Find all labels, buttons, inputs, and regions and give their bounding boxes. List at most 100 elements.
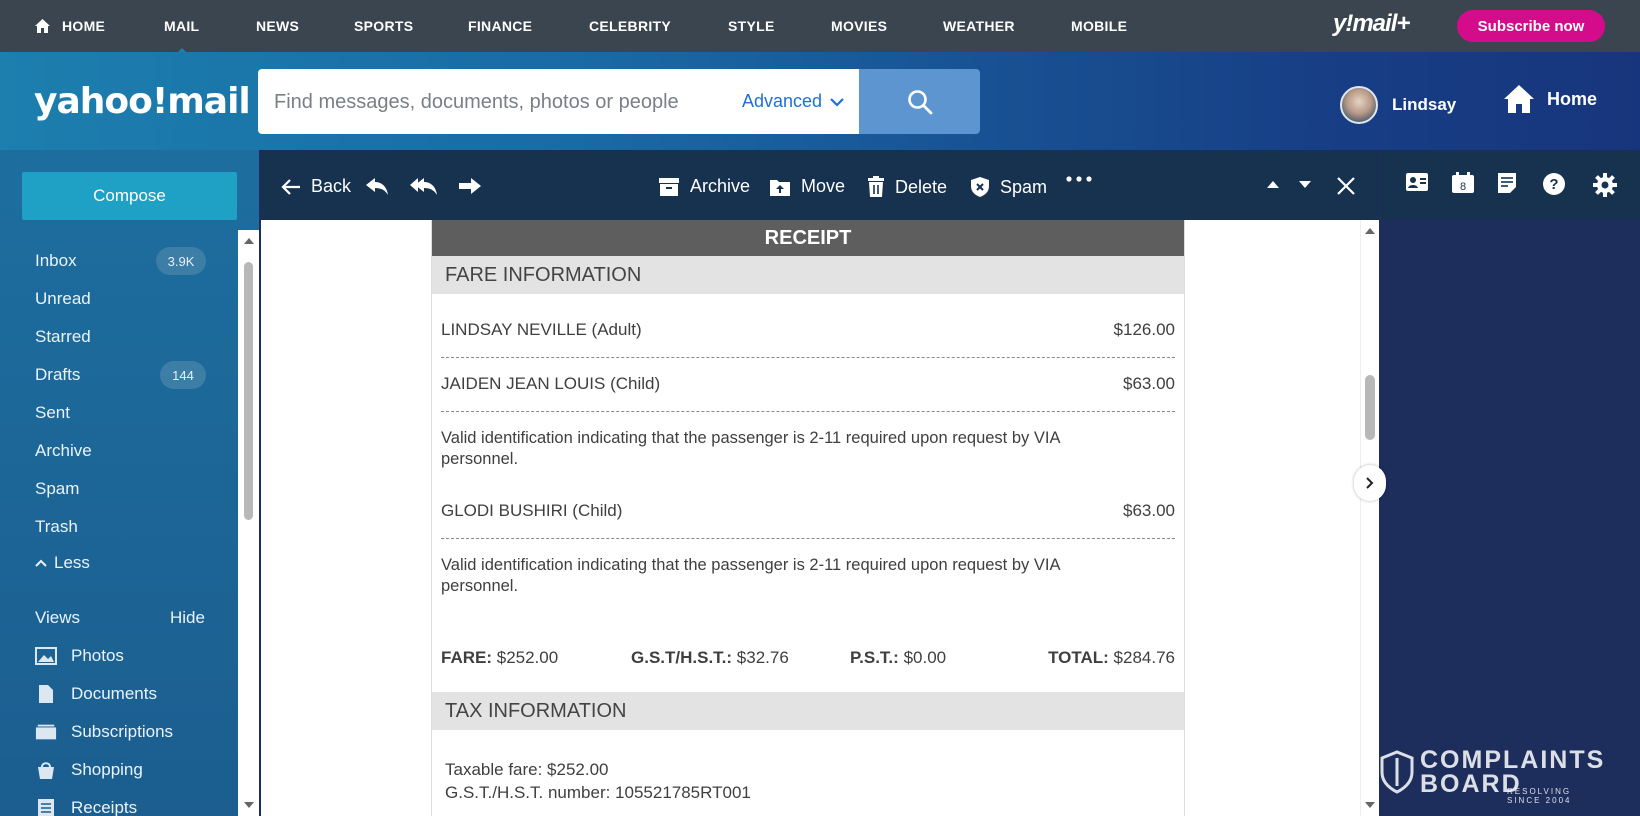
passenger-name: LINDSAY NEVILLE (Adult): [441, 320, 642, 339]
photo-icon: [35, 647, 57, 665]
notepad-button[interactable]: [1497, 172, 1517, 199]
sidebar-item-receipts[interactable]: Receipts: [35, 798, 137, 816]
more-actions-button[interactable]: [1066, 176, 1102, 182]
reply-all-button[interactable]: [409, 176, 449, 196]
pst-label: P.S.T.:: [850, 648, 899, 667]
calendar-button[interactable]: 8: [1451, 172, 1475, 199]
triangle-down-icon: [1299, 181, 1311, 188]
sidebar-item-starred[interactable]: Starred: [35, 327, 91, 347]
nav-weather[interactable]: WEATHER: [943, 18, 1015, 34]
scroll-down-arrow[interactable]: [244, 802, 254, 808]
gst-number: G.S.T./H.S.T. number: 105521785RT001: [445, 783, 751, 802]
nav-sports[interactable]: SPORTS: [354, 18, 413, 34]
compose-button[interactable]: Compose: [22, 172, 237, 220]
nav-mobile-label: MOBILE: [1071, 18, 1128, 34]
fare-total-value: $252.00: [496, 648, 559, 667]
yahoo-mail-logo[interactable]: yahoo!mail: [34, 81, 251, 122]
scroll-up-arrow[interactable]: [1365, 228, 1375, 234]
ymail-plus-logo[interactable]: y!mail+: [1333, 10, 1410, 38]
archive-icon: [659, 177, 679, 196]
passenger-fare: $63.00: [1123, 501, 1175, 520]
sidebar-item-trash[interactable]: Trash: [35, 517, 78, 537]
sidebar-item-photos[interactable]: Photos: [35, 646, 124, 666]
move-button[interactable]: Move: [769, 176, 845, 197]
gst-value: $32.76: [736, 648, 789, 667]
fare-information-heading: FARE INFORMATION: [432, 256, 1184, 294]
fare-total-label: FARE:: [441, 648, 492, 667]
chevron-up-icon: [35, 559, 47, 567]
shield-icon: [971, 177, 989, 197]
child-id-note-line1: Valid identification indicating that the…: [441, 556, 1061, 574]
previous-message-button[interactable]: [1266, 180, 1290, 189]
sidebar-item-inbox[interactable]: Inbox: [35, 251, 77, 271]
nav-mail-label: MAIL: [164, 18, 200, 34]
sidebar-item-archive[interactable]: Archive: [35, 441, 92, 461]
passenger-fare: $126.00: [1113, 320, 1175, 339]
sidebar-item-spam[interactable]: Spam: [35, 479, 79, 499]
chevron-right-icon: [1366, 477, 1374, 489]
search-input[interactable]: [274, 89, 704, 115]
message-body: RECEIPT FARE INFORMATION LINDSAY NEVILLE…: [261, 220, 1360, 816]
next-message-button[interactable]: [1298, 180, 1322, 189]
sidebar-scroll-thumb[interactable]: [244, 262, 253, 520]
nav-news[interactable]: NEWS: [256, 18, 299, 34]
sidebar-item-subscriptions[interactable]: Subscriptions: [35, 722, 173, 742]
subscriptions-icon: [35, 724, 57, 740]
nav-style[interactable]: STYLE: [728, 18, 775, 34]
delete-button[interactable]: Delete: [867, 176, 947, 198]
nav-mail[interactable]: MAIL: [164, 18, 200, 55]
nav-home[interactable]: HOME: [35, 18, 105, 34]
gear-icon: [1593, 173, 1617, 197]
sidebar-scrollbar[interactable]: [238, 230, 259, 816]
close-icon: [1337, 177, 1355, 195]
expand-panel-button[interactable]: [1354, 465, 1386, 501]
receipt-icon: [38, 799, 54, 816]
nav-style-label: STYLE: [728, 18, 775, 34]
settings-button[interactable]: [1592, 172, 1618, 203]
home-icon: [35, 19, 50, 33]
sidebar-item-sent[interactable]: Sent: [35, 403, 70, 423]
child-id-note: Valid identification indicating that the…: [441, 555, 1141, 597]
message-scroll-thumb[interactable]: [1365, 375, 1375, 440]
home-link[interactable]: Home: [1503, 84, 1597, 114]
taxable-fare: Taxable fare: $252.00: [445, 760, 609, 779]
search-box: Advanced: [258, 69, 859, 134]
move-label: Move: [801, 176, 846, 196]
triangle-up-icon: [1267, 181, 1279, 188]
pst-value: $0.00: [903, 648, 947, 667]
nav-mobile[interactable]: MOBILE: [1071, 18, 1127, 34]
back-button[interactable]: Back: [281, 176, 351, 197]
forward-button[interactable]: [458, 176, 492, 196]
home-link-label: Home: [1547, 88, 1598, 109]
nav-finance[interactable]: FINANCE: [468, 18, 532, 34]
nav-sports-label: SPORTS: [354, 18, 414, 34]
shopping-bag-icon: [38, 762, 54, 779]
message-scrollbar[interactable]: [1360, 220, 1379, 816]
contacts-button[interactable]: [1405, 172, 1429, 197]
sidebar-item-unread[interactable]: Unread: [35, 289, 91, 309]
child-id-note: Valid identification indicating that the…: [441, 428, 1141, 470]
scroll-up-arrow[interactable]: [244, 238, 254, 244]
avatar: [1340, 86, 1378, 124]
help-button[interactable]: ?: [1542, 172, 1566, 201]
photos-label: Photos: [71, 646, 124, 665]
user-profile[interactable]: Lindsay: [1340, 86, 1456, 124]
subscribe-button[interactable]: Subscribe now: [1457, 10, 1605, 42]
sidebar-item-documents[interactable]: Documents: [35, 684, 157, 704]
spam-button[interactable]: Spam: [970, 176, 1047, 198]
watermark-tagline: RESOLVING SINCE 2004: [1507, 787, 1571, 805]
views-heading: Views: [35, 608, 81, 627]
search-button[interactable]: [859, 69, 980, 134]
nav-celebrity[interactable]: CELEBRITY: [589, 18, 671, 34]
nav-movies[interactable]: MOVIES: [831, 18, 887, 34]
scroll-down-arrow[interactable]: [1365, 802, 1375, 808]
archive-button[interactable]: Archive: [658, 176, 750, 197]
advanced-search-toggle[interactable]: Advanced: [742, 91, 844, 112]
sidebar-less-toggle[interactable]: Less: [35, 553, 90, 573]
nav-home-label: HOME: [62, 18, 106, 34]
reply-button[interactable]: [364, 176, 400, 196]
close-message-button[interactable]: [1336, 176, 1366, 196]
views-hide-link[interactable]: Hide: [170, 608, 205, 628]
sidebar-item-drafts[interactable]: Drafts: [35, 365, 80, 385]
sidebar-item-shopping[interactable]: Shopping: [35, 760, 143, 780]
